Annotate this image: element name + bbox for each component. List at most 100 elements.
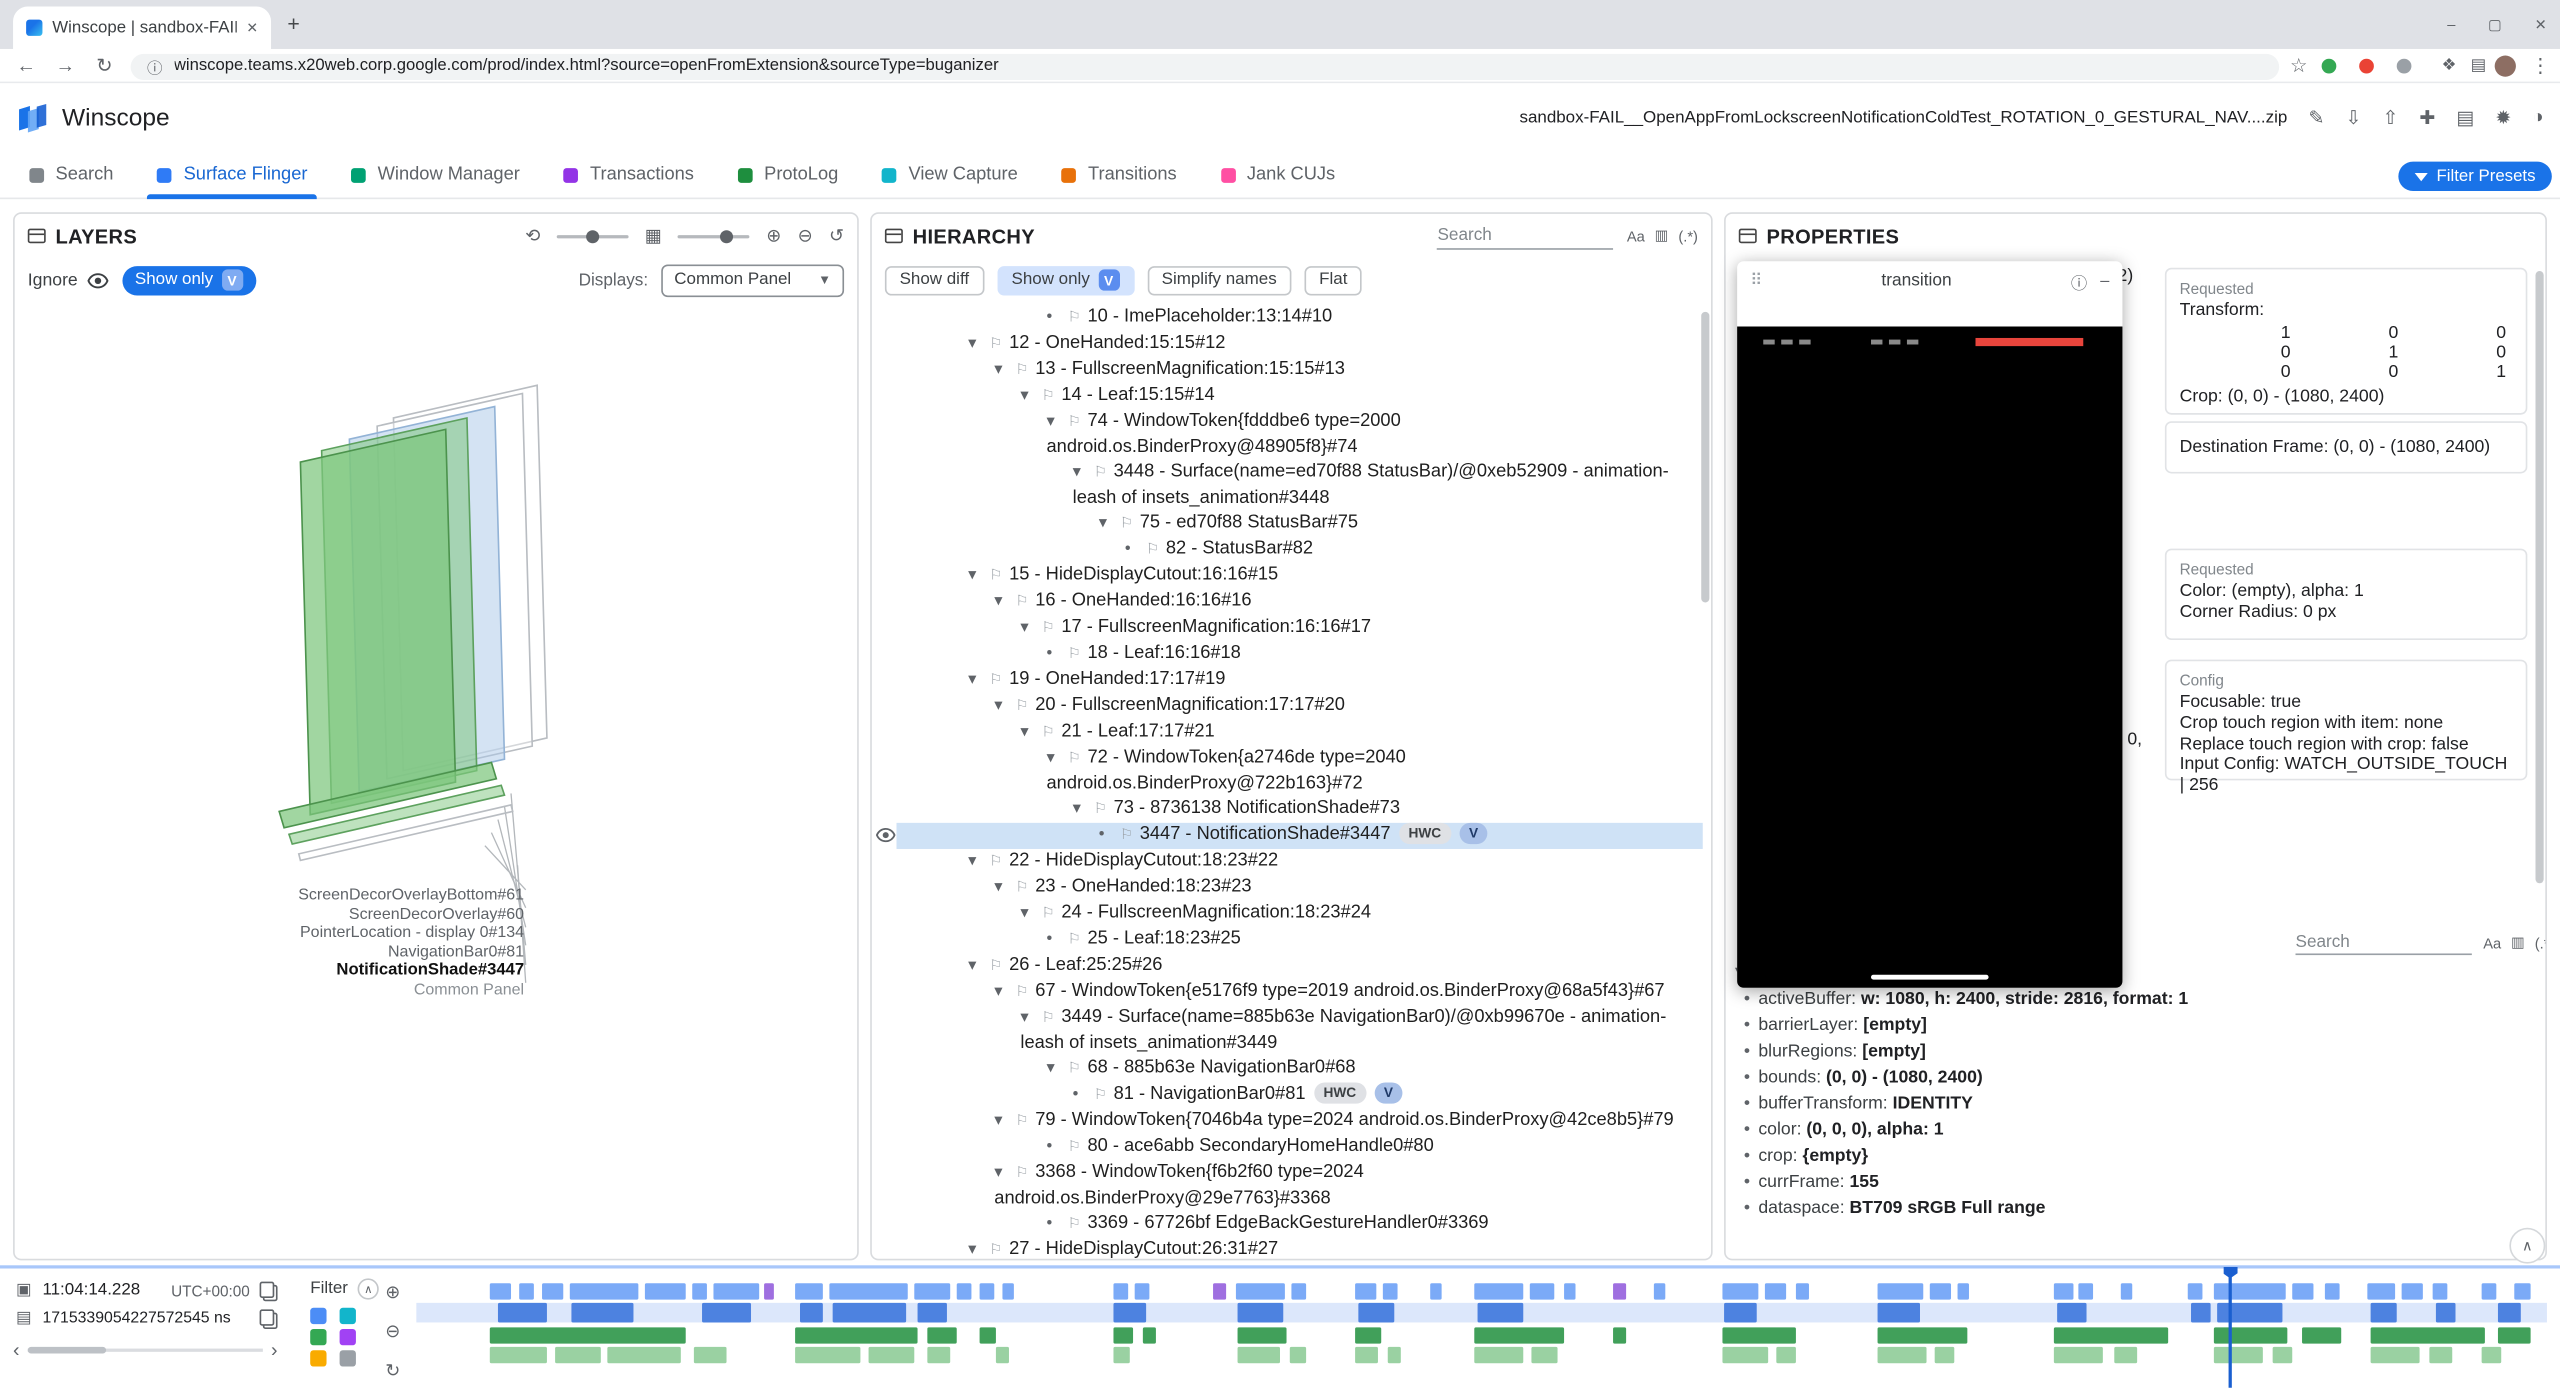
hierarchy-node[interactable]: ▾⚐26 - Leaf:25:25#26 [872, 953, 1703, 979]
hierarchy-node[interactable]: ▾⚐27 - HideDisplayCutout:26:31#27 [872, 1238, 1703, 1259]
pin-icon[interactable]: ⚐ [1016, 697, 1029, 713]
simplify-names-toggle[interactable]: Simplify names [1147, 265, 1291, 294]
timeline-zoom-in-icon[interactable]: ⊕ [385, 1282, 400, 1303]
tree-expand-arrow-icon[interactable]: ▾ [1073, 460, 1094, 485]
show-only-toggle[interactable]: Show only V [997, 265, 1134, 294]
hierarchy-node[interactable]: ▾⚐74 - WindowToken{fdddbe6 type=2000 and… [872, 410, 1703, 461]
pin-icon[interactable]: ⚐ [1042, 723, 1055, 739]
timeline-segment[interactable] [795, 1327, 917, 1343]
property-row[interactable]: •barrierLayer: [empty] [1736, 1012, 2533, 1038]
property-row[interactable]: •blurRegions: [empty] [1736, 1038, 2533, 1064]
hierarchy-node[interactable]: •⚐80 - ace6abb SecondaryHomeHandle0#80 [872, 1135, 1703, 1161]
timeline-segment[interactable] [1290, 1347, 1306, 1363]
upload-icon[interactable]: ⇧ [2382, 106, 2398, 129]
timeline-segment[interactable] [2371, 1327, 2485, 1343]
pin-icon[interactable]: ⚐ [1016, 1112, 1029, 1128]
show-only-toggle[interactable]: Show only V [122, 265, 256, 294]
pin-icon[interactable]: ⚐ [1068, 645, 1081, 661]
timeline-segment[interactable] [2482, 1347, 2502, 1363]
timeline-segment[interactable] [645, 1283, 686, 1299]
tree-expand-arrow-icon[interactable]: ▾ [994, 694, 1015, 719]
timeline-segment[interactable] [1238, 1303, 1284, 1323]
pin-icon[interactable]: ⚐ [1042, 904, 1055, 920]
property-row[interactable]: •activeBuffer: w: 1080, h: 2400, stride:… [1736, 986, 2533, 1012]
timeline-segment[interactable] [996, 1347, 1009, 1363]
timeline-segment[interactable] [570, 1283, 639, 1299]
hierarchy-node[interactable]: •⚐10 - ImePlaceholder:13:14#10 [872, 305, 1703, 331]
hierarchy-node[interactable]: ▾⚐23 - OneHanded:18:23#23 [872, 875, 1703, 901]
tree-expand-arrow-icon[interactable]: ▾ [968, 953, 989, 978]
timeline-segment[interactable] [2214, 1347, 2263, 1363]
transitions-trace-icon[interactable] [310, 1350, 326, 1366]
timeline-segment[interactable] [1113, 1347, 1129, 1363]
timeline-segment[interactable] [1878, 1283, 1924, 1299]
timeline-segment[interactable] [1722, 1283, 1758, 1299]
layer-label[interactable]: Common Panel [113, 981, 524, 1000]
timeline-segment[interactable] [2371, 1303, 2397, 1323]
hierarchy-node[interactable]: ▾⚐3368 - WindowToken{f6b2f60 type=2024 a… [872, 1161, 1703, 1212]
timeline-lane-transactions[interactable] [416, 1327, 2547, 1343]
tree-expand-arrow-icon[interactable]: ▾ [968, 563, 989, 588]
pin-icon[interactable]: ⚐ [1016, 593, 1029, 609]
timeline-segment[interactable] [1474, 1347, 1523, 1363]
timeline-segment[interactable] [1355, 1327, 1381, 1343]
nav-tab-jank-cujs[interactable]: Jank CUJs [1221, 151, 1335, 198]
bug-report-icon[interactable]: ✹ [2495, 106, 2511, 129]
match-case-toggle[interactable]: Aa [1627, 228, 1645, 244]
nav-tab-surface-flinger[interactable]: Surface Flinger [157, 151, 307, 198]
surface-flinger-trace-icon[interactable] [310, 1308, 326, 1324]
timeline-segment[interactable] [2214, 1327, 2287, 1343]
tree-expand-arrow-icon[interactable]: ▾ [1020, 901, 1041, 926]
nav-tab-transactions[interactable]: Transactions [564, 151, 694, 198]
hierarchy-node[interactable]: ▾⚐22 - HideDisplayCutout:18:23#22 [872, 849, 1703, 875]
tree-expand-arrow-icon[interactable]: ▾ [1020, 1006, 1041, 1031]
hierarchy-node[interactable]: •⚐3447 - NotificationShade#3447HWCV [872, 823, 1703, 849]
pin-icon[interactable]: ⚐ [1120, 826, 1133, 842]
tree-expand-arrow-icon[interactable]: ▾ [994, 1109, 1015, 1134]
timeline-segment[interactable] [2302, 1327, 2341, 1343]
timeline-segment[interactable] [2114, 1347, 2137, 1363]
property-row[interactable]: •bufferTransform: IDENTITY [1736, 1091, 2533, 1117]
properties-search-input[interactable] [2296, 929, 2472, 955]
download-icon[interactable]: ⇩ [2345, 106, 2361, 129]
timeline-segment[interactable] [607, 1347, 680, 1363]
pin-icon[interactable]: ⚐ [989, 671, 1002, 687]
pin-icon[interactable]: ⚐ [1094, 464, 1107, 480]
browser-tab[interactable]: Winscope | sandbox-FAIL ✕ [13, 7, 271, 49]
pin-icon[interactable]: ⚐ [1068, 931, 1081, 947]
timeline-segment[interactable] [1654, 1283, 1665, 1299]
timeline-segment[interactable] [2402, 1283, 2423, 1299]
timeline-segment[interactable] [2498, 1327, 2531, 1343]
timeline-segment[interactable] [927, 1327, 956, 1343]
timestamp-icon[interactable]: ▤ [13, 1309, 34, 1327]
timeline-segment[interactable] [1613, 1327, 1626, 1343]
scroll-thumb[interactable] [28, 1347, 106, 1354]
layer-label[interactable]: NotificationShade#3447 [113, 962, 524, 981]
timeline-segment[interactable] [1113, 1327, 1133, 1343]
timeline-segment[interactable] [1613, 1283, 1626, 1299]
timeline-segment[interactable] [795, 1347, 860, 1363]
timeline-segment[interactable] [1765, 1283, 1786, 1299]
tree-expand-arrow-icon[interactable]: ▾ [1047, 410, 1068, 435]
timeline-segment[interactable] [2292, 1283, 2313, 1299]
hierarchy-node[interactable]: ▾⚐12 - OneHanded:15:15#12 [872, 331, 1703, 357]
scroll-right-icon[interactable]: › [271, 1339, 278, 1362]
pin-icon[interactable]: ⚐ [1068, 309, 1081, 325]
timeline-segment[interactable] [829, 1283, 907, 1299]
nav-tab-window-manager[interactable]: Window Manager [352, 151, 520, 198]
tree-expand-arrow-icon[interactable]: ▾ [994, 1161, 1015, 1186]
timeline-segment[interactable] [2214, 1283, 2286, 1299]
regex-toggle[interactable]: (.*) [2535, 935, 2547, 951]
protolog-trace-icon[interactable] [340, 1329, 356, 1345]
tree-expand-arrow-icon[interactable]: ▾ [994, 358, 1015, 383]
timeline-segment[interactable] [927, 1347, 950, 1363]
window-maximize-button[interactable]: ▢ [2488, 16, 2502, 34]
timeline-segment[interactable] [1776, 1347, 1796, 1363]
timeline-segment[interactable] [490, 1327, 686, 1343]
timeline-segment[interactable] [2054, 1283, 2074, 1299]
extensions-puzzle-icon[interactable]: ❖ [2433, 49, 2466, 83]
reading-list-icon[interactable]: ▤ [2462, 49, 2495, 83]
hierarchy-node[interactable]: ▾⚐24 - FullscreenMagnification:18:23#24 [872, 901, 1703, 927]
hierarchy-node[interactable]: ▾⚐15 - HideDisplayCutout:16:16#15 [872, 563, 1703, 589]
hierarchy-node[interactable]: ▾⚐20 - FullscreenMagnification:17:17#20 [872, 694, 1703, 720]
